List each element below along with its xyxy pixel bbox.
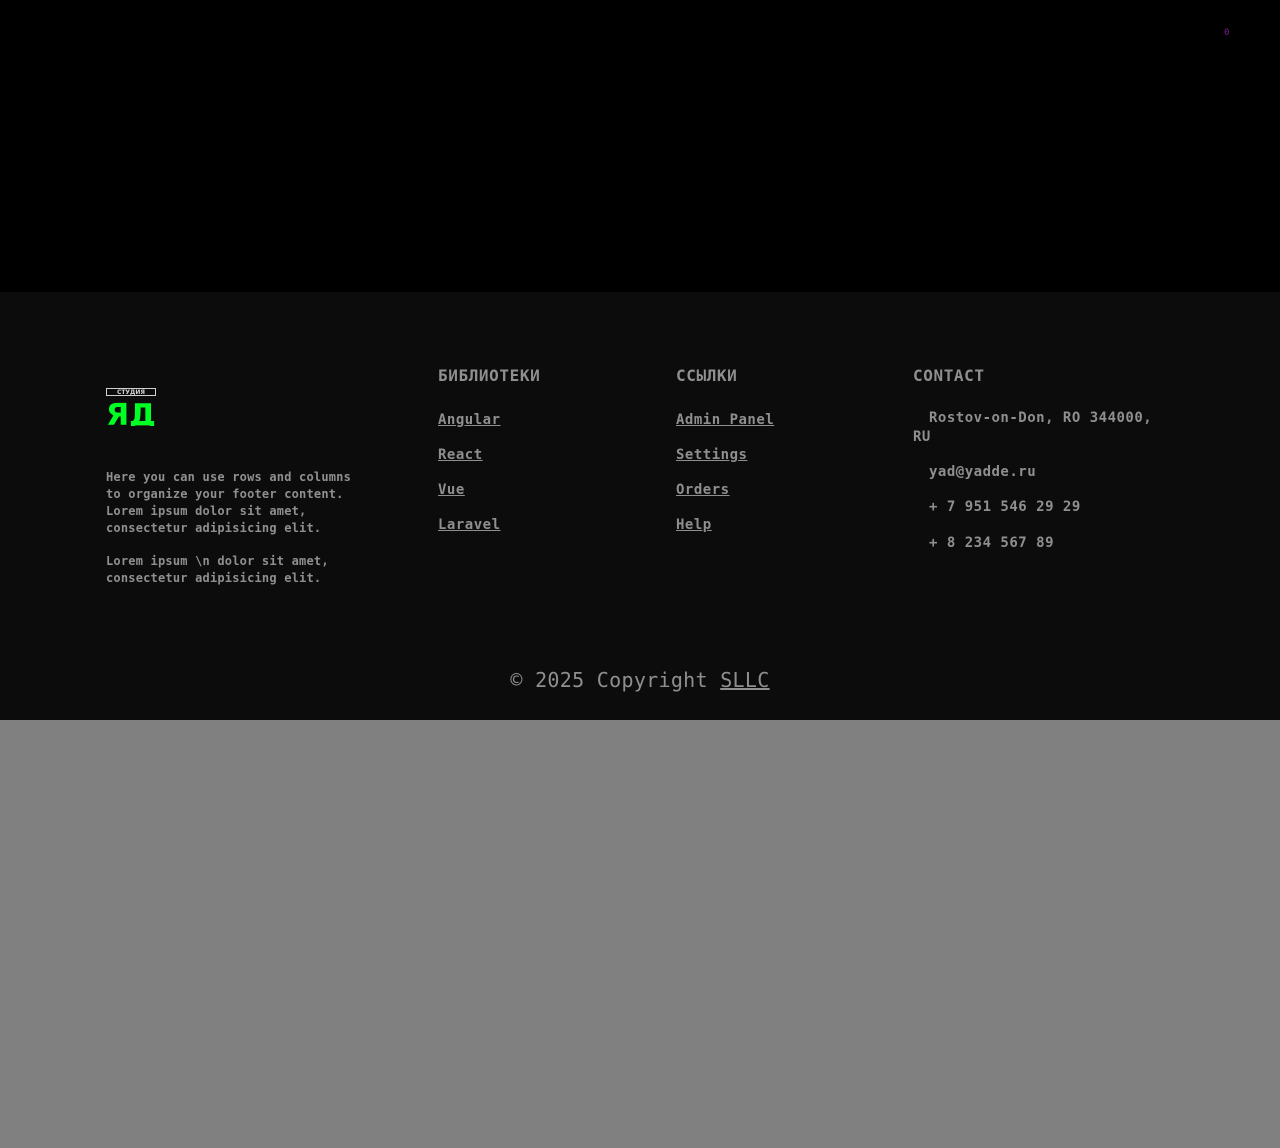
link-laravel[interactable]: Laravel — [438, 517, 501, 533]
link-react[interactable]: React — [438, 447, 483, 463]
contact-phone: + 7 951 546 29 29 — [929, 499, 1081, 515]
studio-logo[interactable]: СТУДИЯ ЯД — [106, 388, 156, 426]
link-angular[interactable]: Angular — [438, 412, 501, 428]
list-item: Orders — [676, 479, 774, 514]
copyright: © 2025 Copyright SLLC — [0, 668, 1280, 692]
contact-phone: + 8 234 567 89 — [929, 535, 1055, 551]
link-help[interactable]: Help — [676, 517, 712, 533]
list-item: Settings — [676, 444, 774, 479]
libraries-heading: БИБЛИОТЕКИ — [438, 366, 541, 385]
cart-count-badge[interactable]: 0 — [1224, 28, 1229, 38]
top-section: 0 — [0, 0, 1280, 292]
contact-heading: CONTACT — [913, 366, 985, 385]
logo-top-text: СТУДИЯ — [117, 389, 145, 396]
site-footer: СТУДИЯ ЯД Here you can use rows and colu… — [0, 292, 1280, 720]
contact-address: Rostov-on-Don, RO 344000, RU — [913, 410, 1153, 445]
list-item: Laravel — [438, 514, 501, 549]
logo-letters: ЯД — [106, 398, 156, 426]
list-item: React — [438, 444, 501, 479]
libraries-list: Angular React Vue Laravel — [438, 409, 501, 549]
footer-description-paragraph: Here you can use rows and columns to org… — [106, 470, 352, 535]
link-orders[interactable]: Orders — [676, 482, 730, 498]
links-heading: ССЫЛКИ — [676, 366, 738, 385]
links-list: Admin Panel Settings Orders Help — [676, 409, 774, 549]
list-item: Angular — [438, 409, 501, 444]
list-item: Admin Panel — [676, 409, 774, 444]
footer-description: Here you can use rows and columns to org… — [106, 469, 366, 603]
link-vue[interactable]: Vue — [438, 482, 465, 498]
contact-list: Rostov-on-Don, RO 344000, RU yad@yadde.r… — [913, 409, 1173, 569]
list-item: Help — [676, 514, 774, 549]
list-item: Vue — [438, 479, 501, 514]
link-admin-panel[interactable]: Admin Panel — [676, 412, 774, 428]
copyright-link[interactable]: SLLC — [720, 668, 769, 692]
link-settings[interactable]: Settings — [676, 447, 747, 463]
contact-email: yad@yadde.ru — [929, 464, 1037, 480]
footer-description-paragraph: Lorem ipsum \n dolor sit amet, consectet… — [106, 554, 329, 585]
copyright-text: © 2025 Copyright — [510, 668, 708, 692]
